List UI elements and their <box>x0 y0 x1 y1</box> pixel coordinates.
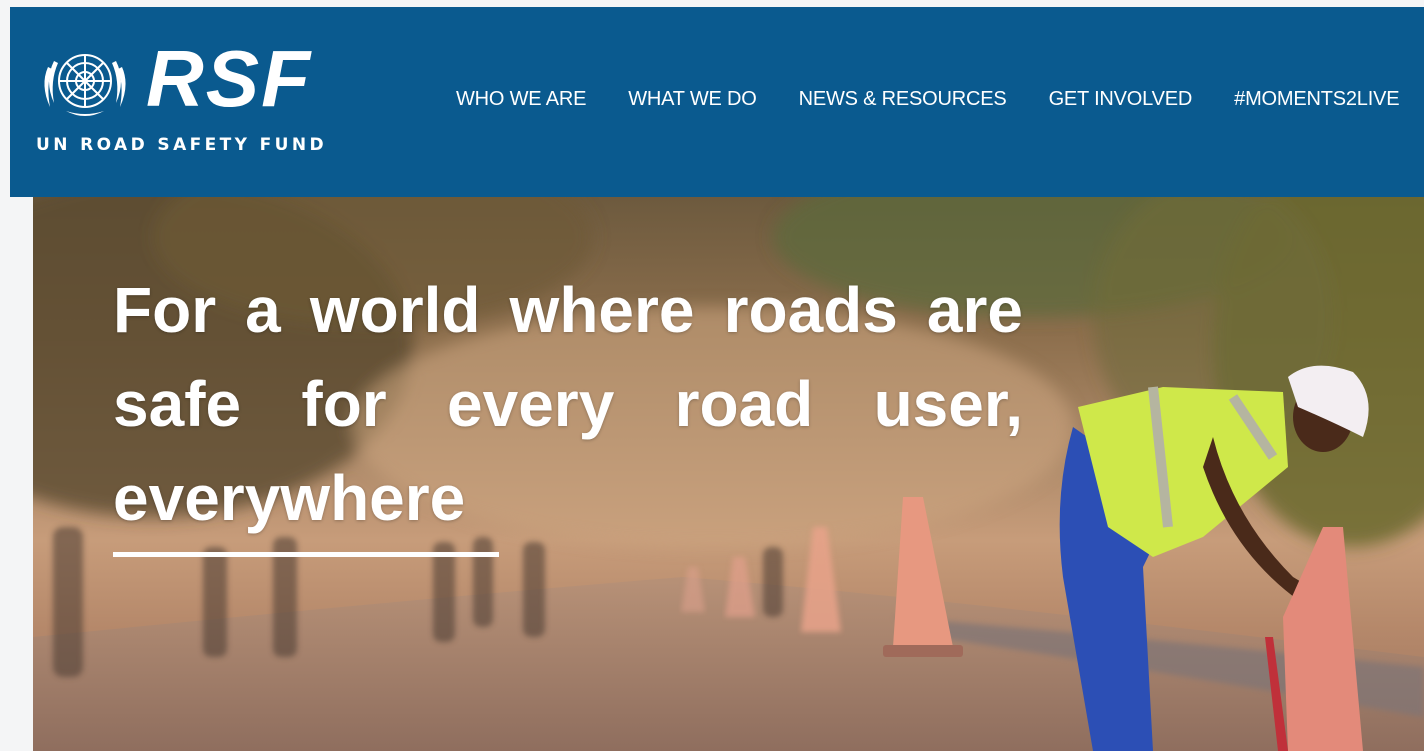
nav-who-we-are[interactable]: WHO WE ARE <box>456 87 607 111</box>
nav-news-resources[interactable]: NEWS & RESOURCES <box>778 87 1028 111</box>
site-header: RSF UN ROAD SAFETY FUND WHO WE ARE WHAT … <box>10 7 1424 197</box>
main-nav: WHO WE ARE WHAT WE DO NEWS & RESOURCES G… <box>456 87 1420 111</box>
nav-get-involved[interactable]: GET INVOLVED <box>1028 87 1214 111</box>
site-logo[interactable]: RSF UN ROAD SAFETY FUND <box>36 34 346 167</box>
headline-underline <box>113 552 499 557</box>
logo-tagline: UN ROAD SAFETY FUND <box>36 135 328 155</box>
logo-wordmark: RSF <box>146 34 312 123</box>
hero-headline: For a world where roads are safe for eve… <box>113 274 1023 534</box>
nav-what-we-do[interactable]: WHAT WE DO <box>607 87 777 111</box>
nav-moments2live[interactable]: #MOMENTS2LIVE <box>1213 87 1420 111</box>
un-emblem-icon <box>44 54 126 116</box>
hero-banner: For a world where roads are safe for eve… <box>33 197 1424 751</box>
